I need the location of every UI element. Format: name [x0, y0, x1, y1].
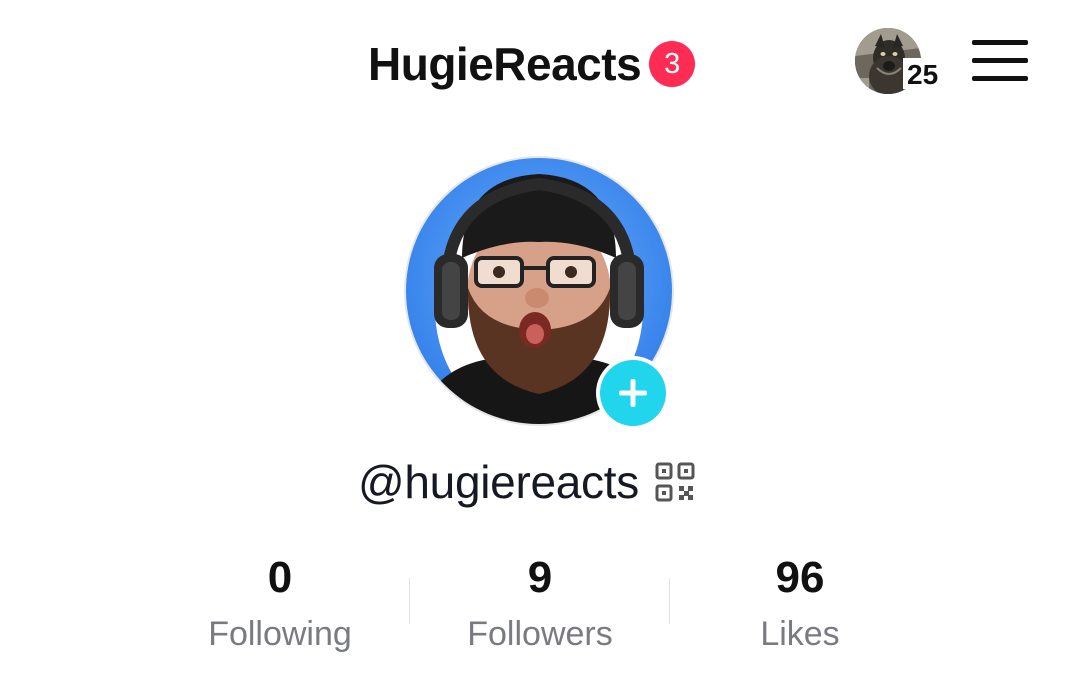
display-name: HugieReacts	[368, 38, 642, 90]
following-label: Following	[208, 615, 352, 653]
following-count: 0	[267, 553, 293, 602]
account-switcher[interactable]: 25	[855, 28, 950, 98]
plus-icon	[619, 379, 647, 407]
add-avatar-circle	[600, 360, 666, 426]
notification-badge: 3	[649, 41, 696, 87]
hamburger-menu-line	[972, 58, 1028, 63]
profile-avatar-container	[404, 156, 674, 430]
hamburger-menu-icon	[972, 40, 1028, 45]
switch-account-count: 25	[903, 58, 943, 90]
add-avatar-button[interactable]	[596, 356, 670, 430]
username[interactable]: @hugiereacts	[358, 459, 639, 505]
followers-count: 9	[527, 553, 553, 602]
qr-code-icon[interactable]	[655, 462, 695, 502]
stat-following[interactable]: 0 Following	[150, 548, 410, 655]
profile-page: HugieReacts 3 25 @hugiereacts 0 Followin…	[0, 0, 1080, 674]
hamburger-menu-line	[972, 76, 1028, 81]
username-row: @hugiereacts	[358, 452, 695, 512]
likes-label: Likes	[760, 615, 840, 653]
followers-label: Followers	[467, 615, 613, 653]
menu-button[interactable]	[972, 40, 1028, 82]
likes-count: 96	[775, 553, 825, 602]
stat-likes[interactable]: 96 Likes	[670, 548, 930, 655]
profile-header-title[interactable]: HugieReacts 3	[368, 36, 696, 92]
profile-stats: 0 Following 9 Followers 96 Likes	[150, 548, 930, 668]
stat-followers[interactable]: 9 Followers	[410, 548, 670, 655]
